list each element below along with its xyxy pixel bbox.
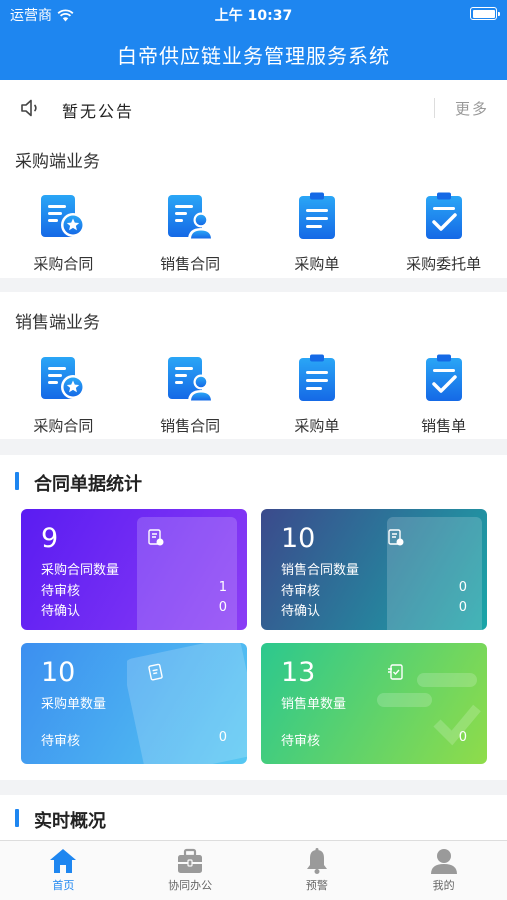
status-time: 上午 10:37 xyxy=(214,8,293,24)
section-accent-bar xyxy=(15,809,19,827)
stat-caption: 采购合同数量 xyxy=(41,563,120,578)
section-title: 实时概况 xyxy=(34,811,106,832)
clipboard-list-icon xyxy=(293,191,341,241)
stat-count: 13 xyxy=(281,657,316,688)
stat-row: 待确认 0 xyxy=(41,600,227,619)
stat-caption: 销售单数量 xyxy=(281,697,347,712)
stat-caption: 采购单数量 xyxy=(41,697,107,712)
stat-count: 9 xyxy=(41,523,59,554)
app-header: 运营商 上午 10:37 白帝供应链业务管理服务系统 xyxy=(0,0,507,80)
clipboard-check-icon xyxy=(420,353,468,403)
sales-contract-button[interactable]: 销售合同 xyxy=(127,353,254,436)
document-icon xyxy=(388,529,404,546)
contract-stats-section: 合同单据统计 9 采购合同数量 待审核 1 待确认 0 10 销售合同数量 待审… xyxy=(0,455,507,780)
stat-row: 待确认 0 xyxy=(281,600,467,619)
purchase-entrust-order-button[interactable]: 采购委托单 xyxy=(380,191,507,274)
user-icon xyxy=(430,849,457,874)
tab-home[interactable]: 首页 xyxy=(0,841,127,900)
sales-contract-stat-card[interactable]: 10 销售合同数量 待审核 0 待确认 0 xyxy=(261,509,487,630)
battery-icon xyxy=(470,7,500,20)
section-title: 合同单据统计 xyxy=(34,474,142,495)
briefcase-icon xyxy=(178,848,203,873)
stat-count: 10 xyxy=(281,523,316,554)
section-title: 销售端业务 xyxy=(15,313,100,333)
check-doc-icon xyxy=(388,664,403,680)
app-title: 白帝供应链业务管理服务系统 xyxy=(117,44,390,68)
document-icon xyxy=(148,529,164,546)
stat-row: 待审核 1 xyxy=(41,580,227,599)
receipt-icon xyxy=(148,663,163,681)
notice-text: 暂无公告 xyxy=(62,102,135,121)
bell-icon xyxy=(306,848,327,874)
clipboard-list-icon xyxy=(293,353,341,403)
purchase-contract-button[interactable]: 采购合同 xyxy=(0,191,127,274)
purchase-contract-stat-card[interactable]: 9 采购合同数量 待审核 1 待确认 0 xyxy=(21,509,247,630)
clipboard-check-icon xyxy=(420,191,468,241)
sales-contract-button[interactable]: 销售合同 xyxy=(127,191,254,274)
sales-order-stat-card[interactable]: 13 销售单数量 待审核 0 xyxy=(261,643,487,764)
purchase-order-button[interactable]: 采购单 xyxy=(254,353,381,436)
purchase-business-section: 采购端业务 采购合同 销售合同 采购单 采购委托单 xyxy=(0,136,507,278)
home-icon xyxy=(50,849,77,873)
more-link[interactable]: 更多 xyxy=(455,98,489,119)
contract-star-icon xyxy=(39,353,87,403)
contract-star-icon xyxy=(39,191,87,241)
stat-count: 10 xyxy=(41,657,76,688)
stat-caption: 销售合同数量 xyxy=(281,563,360,578)
contract-person-icon xyxy=(166,353,214,403)
section-title: 采购端业务 xyxy=(15,152,100,172)
purchase-order-button[interactable]: 采购单 xyxy=(254,191,381,274)
tab-collaboration[interactable]: 协同办公 xyxy=(127,841,254,900)
contract-person-icon xyxy=(166,191,214,241)
stat-row: 待审核 0 xyxy=(281,580,467,599)
tab-profile[interactable]: 我的 xyxy=(380,841,507,900)
sales-business-section: 销售端业务 采购合同 销售合同 采购单 销售单 xyxy=(0,292,507,439)
purchase-contract-button[interactable]: 采购合同 xyxy=(0,353,127,436)
bottom-tab-bar: 首页 协同办公 预警 我的 xyxy=(0,840,507,900)
notice-bar[interactable]: 暂无公告 更多 xyxy=(0,80,507,136)
stat-row: 待审核 0 xyxy=(281,730,467,749)
purchase-order-stat-card[interactable]: 10 采购单数量 待审核 0 xyxy=(21,643,247,764)
stat-row: 待审核 0 xyxy=(41,730,227,749)
status-bar: 运营商 上午 10:37 xyxy=(0,0,507,28)
speaker-icon xyxy=(21,99,37,117)
section-accent-bar xyxy=(15,472,19,490)
realtime-overview-section: 实时概况 xyxy=(0,795,507,840)
sales-order-button[interactable]: 销售单 xyxy=(380,353,507,436)
tab-alerts[interactable]: 预警 xyxy=(254,841,381,900)
notice-divider xyxy=(434,98,435,118)
